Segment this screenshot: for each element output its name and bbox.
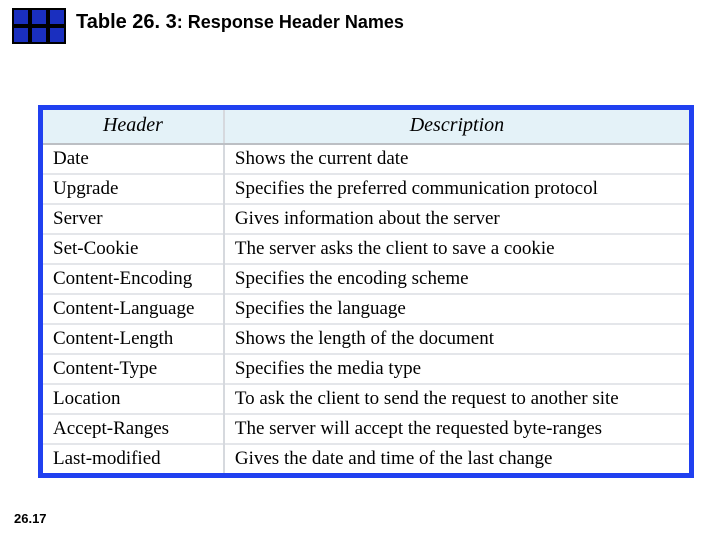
cell-header: Content-Type xyxy=(43,354,224,384)
cell-description: Gives the date and time of the last chan… xyxy=(224,444,689,473)
cell-header: Content-Encoding xyxy=(43,264,224,294)
cell-description: Shows the current date xyxy=(224,144,689,174)
cell-description: Specifies the preferred communication pr… xyxy=(224,174,689,204)
cell-header: Upgrade xyxy=(43,174,224,204)
table-row: Last-modifiedGives the date and time of … xyxy=(43,444,689,473)
table-row: DateShows the current date xyxy=(43,144,689,174)
slide-title: Table 26. 3: Response Header Names xyxy=(76,11,404,34)
table-row: ServerGives information about the server xyxy=(43,204,689,234)
cell-description: Shows the length of the document xyxy=(224,324,689,354)
col-header: Header xyxy=(43,110,224,144)
header-table: Header Description DateShows the current… xyxy=(38,105,694,478)
table-row: Accept-RangesThe server will accept the … xyxy=(43,414,689,444)
cell-header: Content-Length xyxy=(43,324,224,354)
cell-header: Server xyxy=(43,204,224,234)
cell-description: The server asks the client to save a coo… xyxy=(224,234,689,264)
page-number: 26.17 xyxy=(14,511,47,526)
cell-header: Date xyxy=(43,144,224,174)
table-header-row: Header Description xyxy=(43,110,689,144)
cell-header: Location xyxy=(43,384,224,414)
table-row: Content-LengthShows the length of the do… xyxy=(43,324,689,354)
table-row: LocationTo ask the client to send the re… xyxy=(43,384,689,414)
cell-description: Specifies the media type xyxy=(224,354,689,384)
cell-header: Last-modified xyxy=(43,444,224,473)
cell-description: Specifies the language xyxy=(224,294,689,324)
cell-header: Accept-Ranges xyxy=(43,414,224,444)
cell-description: The server will accept the requested byt… xyxy=(224,414,689,444)
table-row: UpgradeSpecifies the preferred communica… xyxy=(43,174,689,204)
cell-description: To ask the client to send the request to… xyxy=(224,384,689,414)
grid-icon xyxy=(12,8,66,44)
table-row: Content-LanguageSpecifies the language xyxy=(43,294,689,324)
col-description: Description xyxy=(224,110,689,144)
cell-header: Content-Language xyxy=(43,294,224,324)
cell-description: Specifies the encoding scheme xyxy=(224,264,689,294)
title-sep: : xyxy=(177,12,188,32)
table-row: Set-CookieThe server asks the client to … xyxy=(43,234,689,264)
table-row: Content-TypeSpecifies the media type xyxy=(43,354,689,384)
cell-header: Set-Cookie xyxy=(43,234,224,264)
cell-description: Gives information about the server xyxy=(224,204,689,234)
title-rest: Response Header Names xyxy=(188,12,404,32)
title-prefix: Table 26. 3 xyxy=(76,11,177,33)
table-row: Content-EncodingSpecifies the encoding s… xyxy=(43,264,689,294)
